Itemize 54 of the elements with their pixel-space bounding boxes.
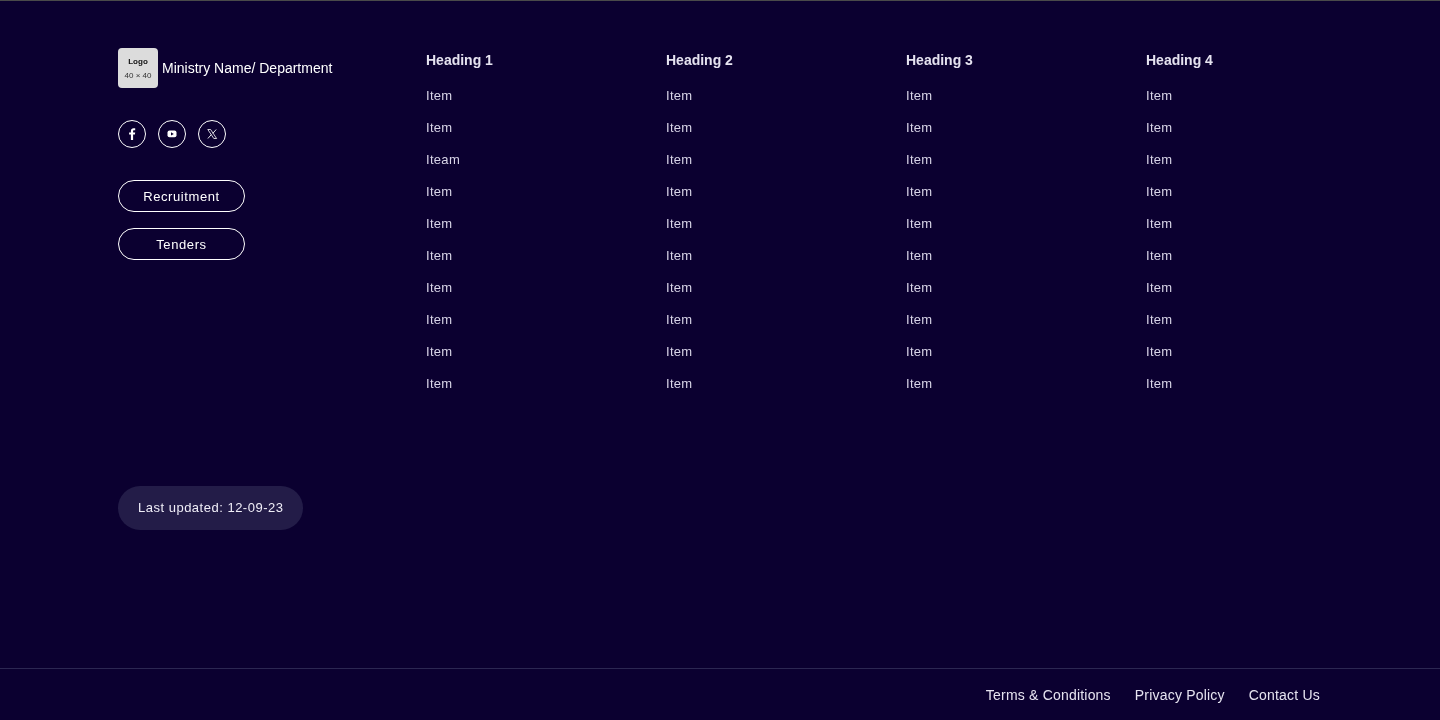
footer-link[interactable]: Item <box>906 342 933 362</box>
last-updated-label: Last updated: 12-09-23 <box>118 486 304 530</box>
footer-link[interactable]: Item <box>906 214 933 234</box>
footer-link[interactable]: Item <box>906 246 933 266</box>
footer-link[interactable]: Item <box>666 374 693 394</box>
legal-link[interactable]: Privacy Policy <box>1134 685 1225 704</box>
footer-link[interactable]: Item <box>666 342 693 362</box>
footer-link[interactable]: Item <box>426 310 460 330</box>
column-heading: Heading 1 <box>426 51 493 70</box>
footer-link[interactable]: Item <box>906 118 933 138</box>
footer-link[interactable]: Item <box>1146 214 1173 234</box>
youtube-icon[interactable] <box>158 120 186 148</box>
footer-link[interactable]: Item <box>906 150 933 170</box>
footer-link[interactable]: Item <box>666 246 693 266</box>
footer-link[interactable]: Item <box>426 342 460 362</box>
footer-link[interactable]: Item <box>1146 150 1173 170</box>
legal-link[interactable]: Terms & Conditions <box>985 685 1111 704</box>
footer-link[interactable]: Item <box>1146 182 1173 202</box>
footer-link[interactable]: Item <box>666 310 693 330</box>
column-heading: Heading 2 <box>666 51 733 70</box>
footer-link[interactable]: Item <box>426 246 460 266</box>
footer-link[interactable]: Item <box>666 150 693 170</box>
footer-link[interactable]: Item <box>906 278 933 298</box>
footer-link[interactable]: Item <box>906 374 933 394</box>
facebook-icon[interactable] <box>118 120 146 148</box>
footer-link[interactable]: Item <box>1146 278 1173 298</box>
footer-link[interactable]: Item <box>666 214 693 234</box>
footer-link[interactable]: Item <box>1146 310 1173 330</box>
footer-link[interactable]: Item <box>666 182 693 202</box>
footer-link[interactable]: Item <box>1146 374 1173 394</box>
x-logo-icon[interactable] <box>198 120 226 148</box>
footer-link[interactable]: Item <box>1146 86 1173 106</box>
footer-link[interactable]: Item <box>426 214 460 234</box>
footer-link[interactable]: Item <box>906 310 933 330</box>
logo-size-label: 40 × 40 <box>124 70 152 80</box>
footer-link[interactable]: Item <box>666 278 693 298</box>
footer-link[interactable]: Item <box>1146 246 1173 266</box>
footer-link[interactable]: Item <box>1146 342 1173 362</box>
footer-link[interactable]: Iteam <box>426 150 460 170</box>
column-heading: Heading 4 <box>1146 51 1213 70</box>
column-heading: Heading 3 <box>906 51 973 70</box>
footer-link[interactable]: Item <box>426 86 460 106</box>
footer-link[interactable]: Item <box>1146 118 1173 138</box>
footer-link[interactable]: Item <box>906 86 933 106</box>
footer-link[interactable]: Item <box>426 118 460 138</box>
legal-link[interactable]: Contact Us <box>1248 685 1320 704</box>
footer-link[interactable]: Item <box>426 182 460 202</box>
footer-link[interactable]: Item <box>426 278 460 298</box>
footer-link[interactable]: Item <box>906 182 933 202</box>
footer-link[interactable]: Item <box>666 118 693 138</box>
footer-link[interactable]: Item <box>426 374 460 394</box>
ministry-name: Ministry Name/ Department <box>162 59 333 77</box>
footer-link[interactable]: Item <box>666 86 693 106</box>
logo-label: Logo <box>128 56 148 66</box>
